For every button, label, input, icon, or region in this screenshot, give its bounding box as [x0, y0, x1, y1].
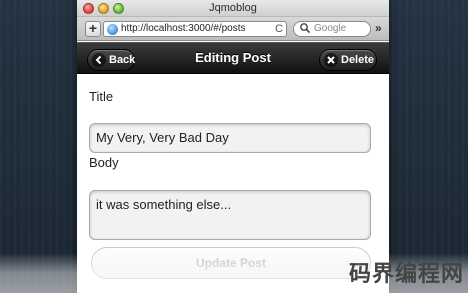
search-input[interactable]: Google	[293, 21, 371, 37]
body-label: Body	[89, 155, 119, 170]
delete-button-label: Delete	[341, 54, 375, 66]
window-title: Jqmoblog	[209, 2, 257, 14]
body-field[interactable]: it was something else...	[89, 190, 371, 240]
search-icon	[299, 22, 311, 39]
new-tab-button[interactable]: +	[85, 21, 101, 37]
watermark-text: 码界编程网	[348, 262, 464, 287]
title-field[interactable]: My Very, Very Bad Day	[89, 123, 371, 153]
browser-window: Jqmoblog + http://localhost:3000/#/posts…	[77, 0, 389, 293]
close-icon	[324, 53, 338, 67]
address-text: http://localhost:3000/#/posts	[121, 23, 246, 34]
reload-icon[interactable]: C	[275, 22, 283, 36]
globe-icon	[107, 24, 118, 35]
search-placeholder: Google	[314, 23, 347, 34]
address-bar[interactable]: http://localhost:3000/#/posts C	[103, 21, 287, 37]
delete-button[interactable]: Delete	[319, 49, 377, 71]
title-label: Title	[89, 89, 114, 104]
overflow-chevron-icon[interactable]: »	[375, 21, 382, 35]
title-bar: Jqmoblog	[77, 0, 389, 17]
page-header: Back Editing Post Delete	[77, 42, 389, 74]
browser-toolbar: + http://localhost:3000/#/posts C Google…	[77, 17, 389, 41]
